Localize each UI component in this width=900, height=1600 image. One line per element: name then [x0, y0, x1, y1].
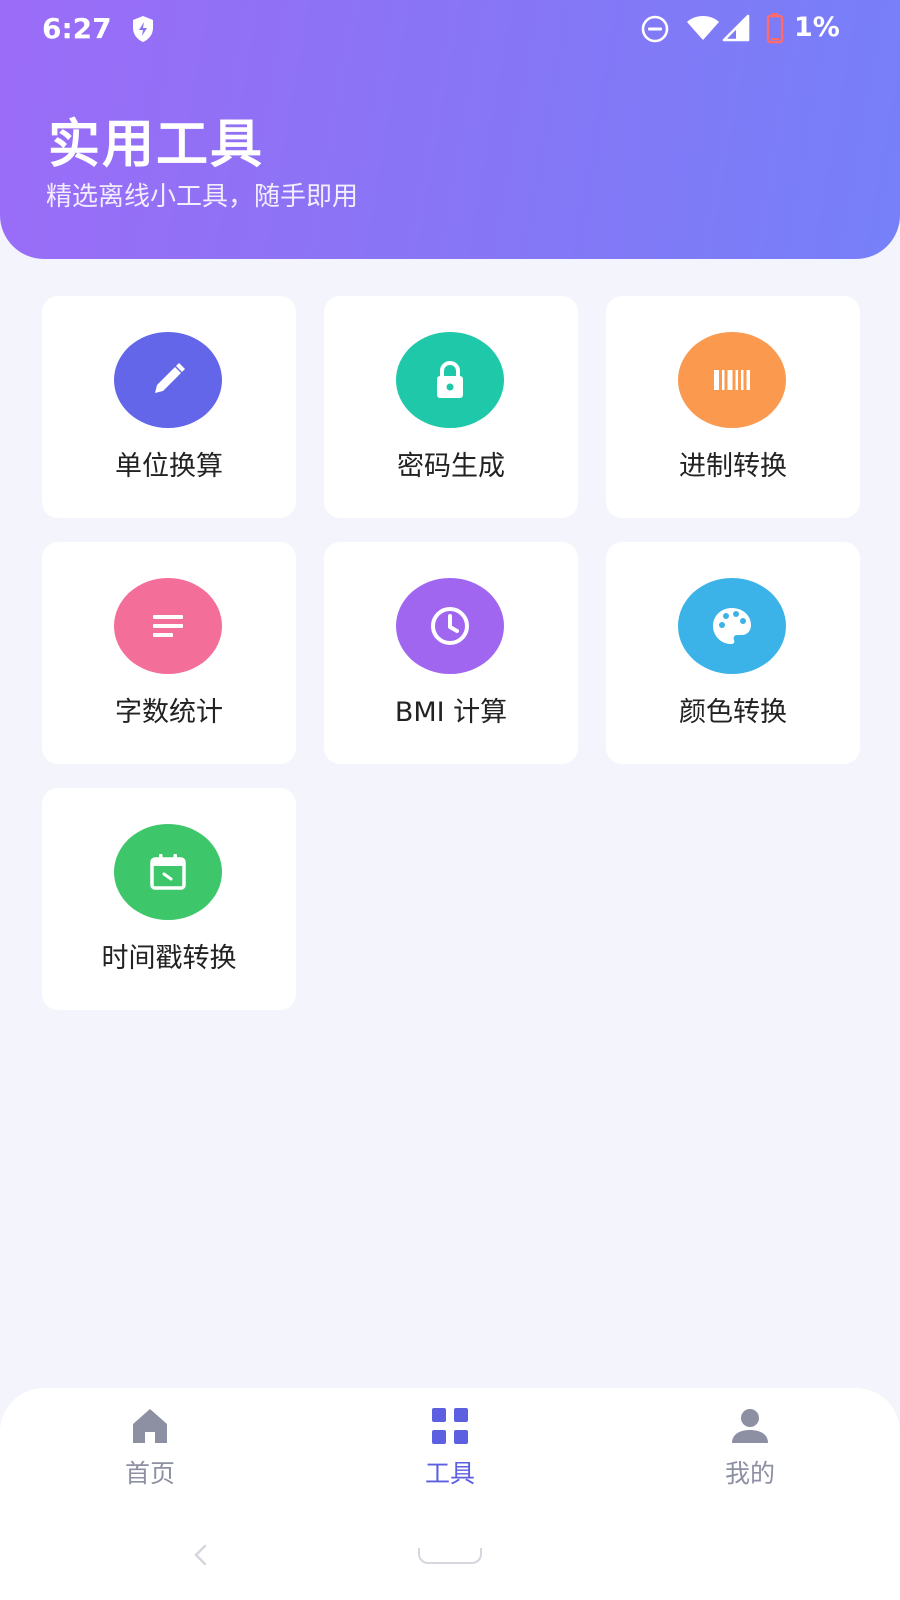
- nav-label-home: 首页: [124, 1459, 175, 1488]
- back-gesture-icon[interactable]: [190, 1540, 210, 1570]
- tool-icon-bg: [114, 824, 222, 920]
- tool-label: 颜色转换: [679, 697, 787, 728]
- status-bar: 6:27 1%: [0, 0, 900, 58]
- palette-icon: [713, 608, 751, 644]
- tool-card-word-count[interactable]: 字数统计: [42, 542, 296, 764]
- tool-card-base-conversion[interactable]: 进制转换: [606, 296, 860, 518]
- nav-item-home[interactable]: 首页: [90, 1406, 210, 1496]
- shield-icon: [133, 16, 153, 42]
- tool-card-timestamp-conversion[interactable]: 时间戳转换: [42, 788, 296, 1010]
- wifi-icon: [687, 16, 719, 40]
- tool-label: BMI 计算: [394, 697, 508, 728]
- status-time: 6:27: [42, 12, 112, 45]
- tool-label: 密码生成: [397, 451, 505, 482]
- battery-icon: [766, 13, 784, 44]
- person-icon: [732, 1409, 768, 1443]
- tool-card-unit-conversion[interactable]: 单位换算: [42, 296, 296, 518]
- nav-label-profile: 我的: [724, 1459, 775, 1488]
- clock-icon: [431, 607, 469, 645]
- tool-icon-bg: [396, 578, 504, 674]
- pencil-icon: [155, 363, 185, 393]
- grid-icon: [432, 1408, 468, 1444]
- calendar-icon: [150, 854, 186, 890]
- tool-label: 进制转换: [679, 451, 787, 482]
- barcode-icon: [714, 370, 750, 390]
- tool-icon-bg: [114, 332, 222, 428]
- battery-percent: 1%: [794, 12, 840, 43]
- home-gesture-handle[interactable]: [418, 1548, 482, 1564]
- text-lines-icon: [153, 615, 183, 637]
- nav-item-profile[interactable]: 我的: [690, 1406, 810, 1496]
- nav-item-tools[interactable]: 工具: [390, 1406, 510, 1496]
- tool-card-bmi-calculator[interactable]: BMI 计算: [324, 542, 578, 764]
- page-title: 实用工具: [48, 115, 265, 175]
- lock-icon: [437, 360, 463, 398]
- page-subtitle: 精选离线小工具，随手即用: [46, 182, 359, 212]
- tool-icon-bg: [396, 332, 504, 428]
- nav-label-tools: 工具: [424, 1459, 475, 1488]
- tool-card-color-conversion[interactable]: 颜色转换: [606, 542, 860, 764]
- tool-label: 单位换算: [115, 451, 223, 482]
- tool-label: 时间戳转换: [101, 943, 237, 974]
- tool-label: 字数统计: [115, 697, 223, 728]
- do-not-disturb-icon: [641, 15, 669, 43]
- bottom-navigation: 首页 工具 我的: [0, 1388, 900, 1600]
- signal-icon: [722, 14, 750, 42]
- tool-card-password-generator[interactable]: 密码生成: [324, 296, 578, 518]
- home-icon: [133, 1409, 167, 1443]
- tool-icon-bg: [678, 578, 786, 674]
- tool-icon-bg: [678, 332, 786, 428]
- tool-icon-bg: [114, 578, 222, 674]
